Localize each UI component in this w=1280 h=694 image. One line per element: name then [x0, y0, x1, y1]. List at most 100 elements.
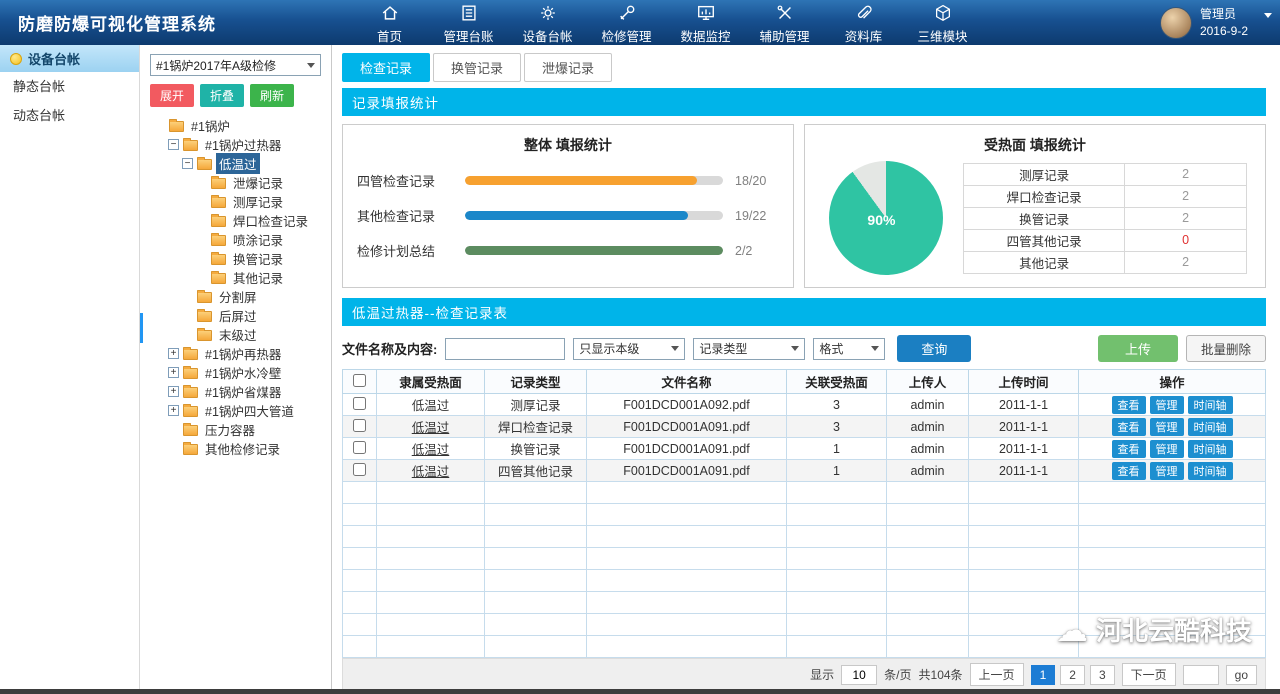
- surface-name[interactable]: 低温过: [412, 421, 450, 435]
- progress-fill: [465, 176, 697, 185]
- user-menu[interactable]: 管理员 2016-9-2: [1160, 6, 1258, 38]
- expand-icon[interactable]: +: [168, 367, 179, 378]
- tree-node[interactable]: 后屏过: [150, 306, 321, 325]
- timeline-button[interactable]: 时间轴: [1188, 462, 1233, 480]
- tree-node[interactable]: −低温过: [150, 154, 321, 173]
- nav-document-library[interactable]: 资料库: [824, 1, 903, 45]
- tree-node[interactable]: 末级过: [150, 325, 321, 344]
- progress-row: 其他检查记录 19/22: [357, 198, 777, 233]
- manage-button[interactable]: 管理: [1150, 462, 1184, 480]
- expand-icon[interactable]: +: [168, 348, 179, 359]
- tree-node[interactable]: + #1锅炉四大管道: [150, 401, 321, 420]
- expand-icon[interactable]: +: [168, 386, 179, 397]
- scope-select[interactable]: 只显示本级: [573, 338, 685, 360]
- tree-node[interactable]: 焊口检查记录: [150, 211, 321, 230]
- bullet-icon: [10, 53, 22, 65]
- view-button[interactable]: 查看: [1112, 440, 1146, 458]
- tree-node[interactable]: 测厚记录: [150, 192, 321, 211]
- format-select[interactable]: 格式: [813, 338, 885, 360]
- collapse-icon[interactable]: −: [168, 139, 179, 150]
- tree-node[interactable]: 分割屏: [150, 287, 321, 306]
- tree-scrollbar-thumb[interactable]: [140, 313, 143, 343]
- tree-node[interactable]: 其他记录: [150, 268, 321, 287]
- file-name-input[interactable]: [445, 338, 565, 360]
- row-checkbox[interactable]: [353, 419, 366, 432]
- top-header: 防磨防爆可视化管理系统 首页 管理台账 设备台帐: [0, 0, 1280, 45]
- inspection-plan-select[interactable]: #1锅炉2017年A级检修: [150, 54, 321, 76]
- manage-button[interactable]: 管理: [1150, 396, 1184, 414]
- nav-auxiliary-management[interactable]: 辅助管理: [745, 1, 824, 45]
- sidebar-item-dynamic-ledger[interactable]: 动态台帐: [0, 101, 139, 130]
- prev-page-button[interactable]: 上一页: [970, 663, 1024, 686]
- row-checkbox[interactable]: [353, 463, 366, 476]
- page-number-1[interactable]: 1: [1031, 665, 1056, 685]
- search-button[interactable]: 查询: [897, 335, 971, 362]
- folder-icon: [211, 197, 226, 208]
- expand-all-button[interactable]: 展开: [150, 84, 194, 107]
- tab-tube-replacement-records[interactable]: 换管记录: [433, 53, 521, 82]
- upload-button[interactable]: 上传: [1098, 335, 1178, 362]
- nav-equipment-ledger[interactable]: 设备台帐: [508, 1, 587, 45]
- go-button[interactable]: go: [1226, 665, 1257, 685]
- tree-node[interactable]: 喷涂记录: [150, 230, 321, 249]
- tree-node[interactable]: 其他检修记录: [150, 439, 321, 458]
- timeline-button[interactable]: 时间轴: [1188, 418, 1233, 436]
- timeline-button[interactable]: 时间轴: [1188, 396, 1233, 414]
- expand-icon[interactable]: +: [168, 405, 179, 416]
- collapse-all-button[interactable]: 折叠: [200, 84, 244, 107]
- tree-node[interactable]: +#1锅炉再热器: [150, 344, 321, 363]
- sidebar-item-static-ledger[interactable]: 静态台帐: [0, 72, 139, 101]
- next-page-button[interactable]: 下一页: [1122, 663, 1176, 686]
- tree-node[interactable]: 换管记录: [150, 249, 321, 268]
- view-button[interactable]: 查看: [1112, 462, 1146, 480]
- refresh-tree-button[interactable]: 刷新: [250, 84, 294, 107]
- record-type-select[interactable]: 记录类型: [693, 338, 805, 360]
- empty-row: [343, 592, 1266, 614]
- folder-icon: [183, 406, 198, 417]
- goto-page-input[interactable]: [1183, 665, 1219, 685]
- app-title: 防磨防爆可视化管理系统: [0, 10, 350, 35]
- cube-icon: [933, 3, 953, 24]
- tree-node[interactable]: 压力容器: [150, 420, 321, 439]
- row-checkbox[interactable]: [353, 397, 366, 410]
- select-all-checkbox[interactable]: [353, 374, 366, 387]
- page-size-input[interactable]: [841, 665, 877, 685]
- collapse-icon[interactable]: −: [182, 158, 193, 169]
- tree-node[interactable]: +#1锅炉水冷壁: [150, 363, 321, 382]
- tree-node[interactable]: +#1锅炉省煤器: [150, 382, 321, 401]
- surface-stats-table-wrap: 测厚记录2焊口检查记录2换管记录2四管其他记录0其他记录2: [963, 163, 1247, 274]
- view-button[interactable]: 查看: [1112, 396, 1146, 414]
- batch-delete-button[interactable]: 批量删除: [1186, 335, 1266, 362]
- tab-inspection-records[interactable]: 检查记录: [342, 53, 430, 82]
- avatar: [1160, 7, 1192, 39]
- nav-data-monitoring[interactable]: 数据监控: [666, 1, 745, 45]
- manage-button[interactable]: 管理: [1150, 418, 1184, 436]
- row-checkbox[interactable]: [353, 441, 366, 454]
- tree-node-label: #1锅炉四大管道: [202, 400, 297, 421]
- nav-3d-module[interactable]: 三维模块: [903, 1, 982, 45]
- tree-node[interactable]: #1锅炉: [150, 116, 321, 135]
- surface-name[interactable]: 低温过: [412, 443, 450, 457]
- view-button[interactable]: 查看: [1112, 418, 1146, 436]
- tree-node[interactable]: −#1锅炉过热器: [150, 135, 321, 154]
- sidebar-section-equipment-ledger[interactable]: 设备台帐: [0, 45, 139, 72]
- nav-maintenance-management[interactable]: 检修管理: [587, 1, 666, 45]
- progress-value: 19/22: [735, 209, 777, 223]
- empty-row: [343, 526, 1266, 548]
- caret-down-icon[interactable]: [1264, 13, 1272, 18]
- tree-node[interactable]: 泄爆记录: [150, 173, 321, 192]
- page-number-3[interactable]: 3: [1090, 665, 1115, 685]
- timeline-button[interactable]: 时间轴: [1188, 440, 1233, 458]
- tab-leak-explosion-records[interactable]: 泄爆记录: [524, 53, 612, 82]
- surface-name[interactable]: 低温过: [412, 465, 450, 479]
- sidebar-section-label: 设备台帐: [28, 49, 80, 68]
- nav-home[interactable]: 首页: [350, 1, 429, 45]
- manage-button[interactable]: 管理: [1150, 440, 1184, 458]
- page-number-2[interactable]: 2: [1060, 665, 1085, 685]
- home-icon: [380, 3, 400, 24]
- overall-stats-title: 整体 填报统计: [343, 135, 793, 155]
- uploader-cell: admin: [887, 438, 969, 460]
- progress-label: 其他检查记录: [357, 206, 453, 225]
- user-name: 管理员: [1200, 6, 1248, 22]
- nav-management-ledger[interactable]: 管理台账: [429, 1, 508, 45]
